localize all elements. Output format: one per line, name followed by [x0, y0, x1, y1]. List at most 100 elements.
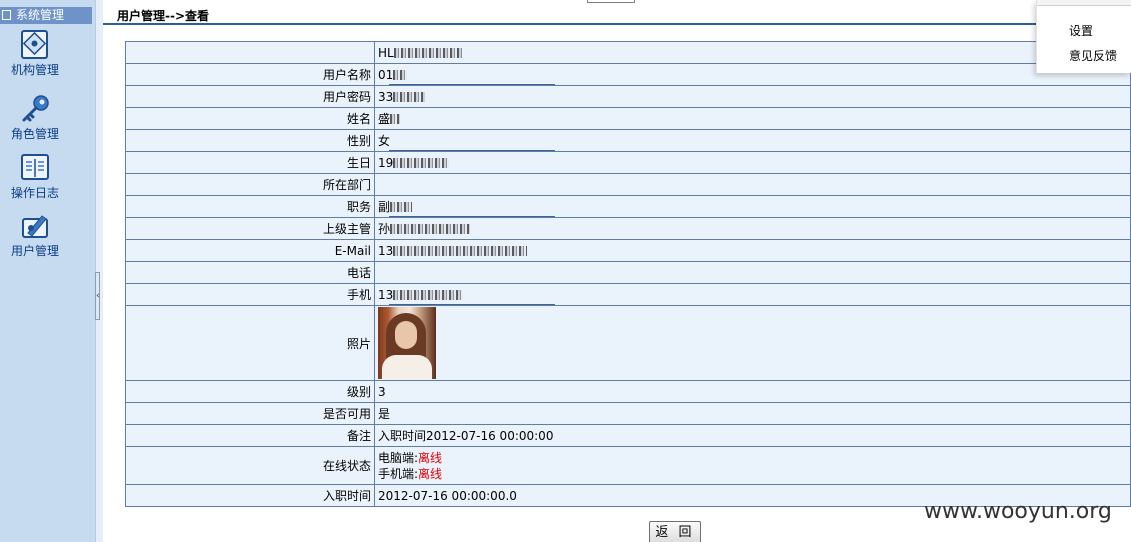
- row-label: 照片: [125, 305, 375, 381]
- top-toolbar-button[interactable]: [587, 0, 635, 3]
- watermark: www.wooyun.org: [924, 499, 1112, 524]
- table-row: 性别 女: [125, 129, 1131, 152]
- row-label: 在线状态: [125, 446, 375, 485]
- name-value: 盛: [378, 112, 391, 126]
- row-value-online-status: 电脑端:离线 手机端:离线: [374, 446, 1131, 485]
- table-row: 在线状态 电脑端:离线 手机端:离线: [125, 446, 1131, 485]
- key-icon: [22, 95, 49, 122]
- pc-status-line: 电脑端:离线: [378, 450, 1130, 466]
- splitter[interactable]: [95, 0, 103, 542]
- row-label: 所在部门: [125, 173, 375, 196]
- supervisor-value: 孙: [378, 222, 391, 236]
- row-label: 生日: [125, 151, 375, 174]
- sidebar-item-label: 机构管理: [10, 63, 59, 77]
- row-label: 姓名: [125, 107, 375, 130]
- row-value-department: [374, 173, 1131, 196]
- redacted-block: [390, 202, 413, 212]
- row-value-username: 01: [374, 63, 1131, 86]
- mobile-status-label: 手机端:: [378, 466, 419, 481]
- mobile-status-line: 手机端:离线: [378, 466, 1130, 482]
- password-value: 33: [378, 89, 394, 104]
- book-icon: [21, 154, 49, 180]
- redacted-block: [393, 245, 528, 256]
- row-label: 用户密码: [125, 85, 375, 108]
- row-value-name: 盛: [374, 107, 1131, 130]
- sidebar-item-user-management[interactable]: 用户管理: [0, 211, 70, 258]
- row-label: 电话: [125, 261, 375, 284]
- birthday-value: 19: [378, 155, 394, 170]
- redacted-block: [393, 47, 462, 58]
- organization-icon: [21, 30, 48, 59]
- sidebar-item-operation-log[interactable]: 操作日志: [0, 153, 70, 200]
- table-row: 照片: [125, 305, 1131, 381]
- row-value-phone: [374, 261, 1131, 284]
- dropdown-header: [1037, 0, 1131, 6]
- row-value-password: 33: [374, 85, 1131, 108]
- row-label: 上级主管: [125, 217, 375, 240]
- redacted-block: [390, 224, 471, 234]
- settings-dropdown: 设置 意见反馈: [1036, 0, 1131, 73]
- row-label: E-Mail: [125, 239, 375, 262]
- row-value-email: 13: [374, 239, 1131, 262]
- table-row: 是否可用 是: [125, 402, 1131, 425]
- table-row: 所在部门: [125, 173, 1131, 196]
- redacted-block: [390, 114, 401, 124]
- row-value-gender: 女: [374, 129, 1131, 152]
- row-label: [125, 41, 375, 64]
- table-row: 备注 入职时间2012-07-16 00:00:00: [125, 424, 1131, 447]
- pc-status-value: 离线: [418, 450, 443, 465]
- row-value-enabled: 是: [374, 402, 1131, 425]
- collapse-handle[interactable]: ‹: [95, 272, 100, 320]
- user-id-value: HL: [378, 45, 394, 60]
- sidebar-title-label: 系统管理: [16, 8, 65, 22]
- row-label: 职务: [125, 195, 375, 218]
- row-label: 备注: [125, 424, 375, 447]
- pc-status-label: 电脑端:: [378, 450, 419, 465]
- mobile-status-value: 离线: [418, 466, 443, 481]
- mobile-value: 13: [378, 287, 394, 302]
- user-detail-table: HL 用户名称 01 用户密码 33 姓名 盛 性别 女 生日 19 所在部门 …: [125, 41, 1131, 507]
- sidebar-title[interactable]: 系统管理: [0, 7, 92, 24]
- table-row: 用户密码 33: [125, 85, 1131, 108]
- table-row: HL: [125, 41, 1131, 64]
- sidebar-item-label: 用户管理: [10, 244, 59, 258]
- row-value-mobile: 13: [374, 283, 1131, 306]
- redacted-block: [393, 157, 450, 168]
- row-value-remark: 入职时间2012-07-16 00:00:00: [374, 424, 1131, 447]
- row-value-birthday: 19: [374, 151, 1131, 174]
- user-photo: [378, 307, 436, 379]
- return-button[interactable]: 返 回: [649, 521, 701, 542]
- table-row: 用户名称 01: [125, 63, 1131, 86]
- row-value-user-id: HL: [374, 41, 1131, 64]
- menu-item-settings[interactable]: 设置: [1069, 22, 1093, 39]
- redacted-block: [393, 91, 426, 102]
- sidebar: 系统管理 机构管理 角色管理 操作日志 用户管理: [0, 0, 95, 542]
- row-label: 手机: [125, 283, 375, 306]
- menu-item-feedback[interactable]: 意见反馈: [1069, 47, 1117, 64]
- collapse-box-icon: [2, 10, 11, 20]
- redacted-block: [393, 69, 408, 80]
- sidebar-item-label: 操作日志: [10, 186, 59, 200]
- position-value: 副: [378, 200, 391, 214]
- table-row: 上级主管 孙: [125, 217, 1131, 240]
- user-edit-icon: [22, 215, 48, 238]
- sidebar-item-organization[interactable]: 机构管理: [0, 30, 70, 77]
- table-row: 姓名 盛: [125, 107, 1131, 130]
- redacted-block: [393, 289, 464, 300]
- table-row: 级别 3: [125, 380, 1131, 403]
- row-value-position: 副: [374, 195, 1131, 218]
- row-label: 级别: [125, 380, 375, 403]
- table-row: E-Mail 13: [125, 239, 1131, 262]
- row-value-level: 3: [374, 380, 1131, 403]
- chevron-left-icon: ‹: [96, 291, 100, 301]
- sidebar-item-roles[interactable]: 角色管理: [0, 94, 70, 141]
- table-row: 电话: [125, 261, 1131, 284]
- email-value: 13: [378, 243, 394, 258]
- page-title: 用户管理-->查看: [117, 9, 210, 23]
- table-row: 职务 副: [125, 195, 1131, 218]
- table-row: 手机 13: [125, 283, 1131, 306]
- header-divider: [103, 23, 1131, 25]
- row-value-supervisor: 孙: [374, 217, 1131, 240]
- row-label: 入职时间: [125, 484, 375, 507]
- row-label: 性别: [125, 129, 375, 152]
